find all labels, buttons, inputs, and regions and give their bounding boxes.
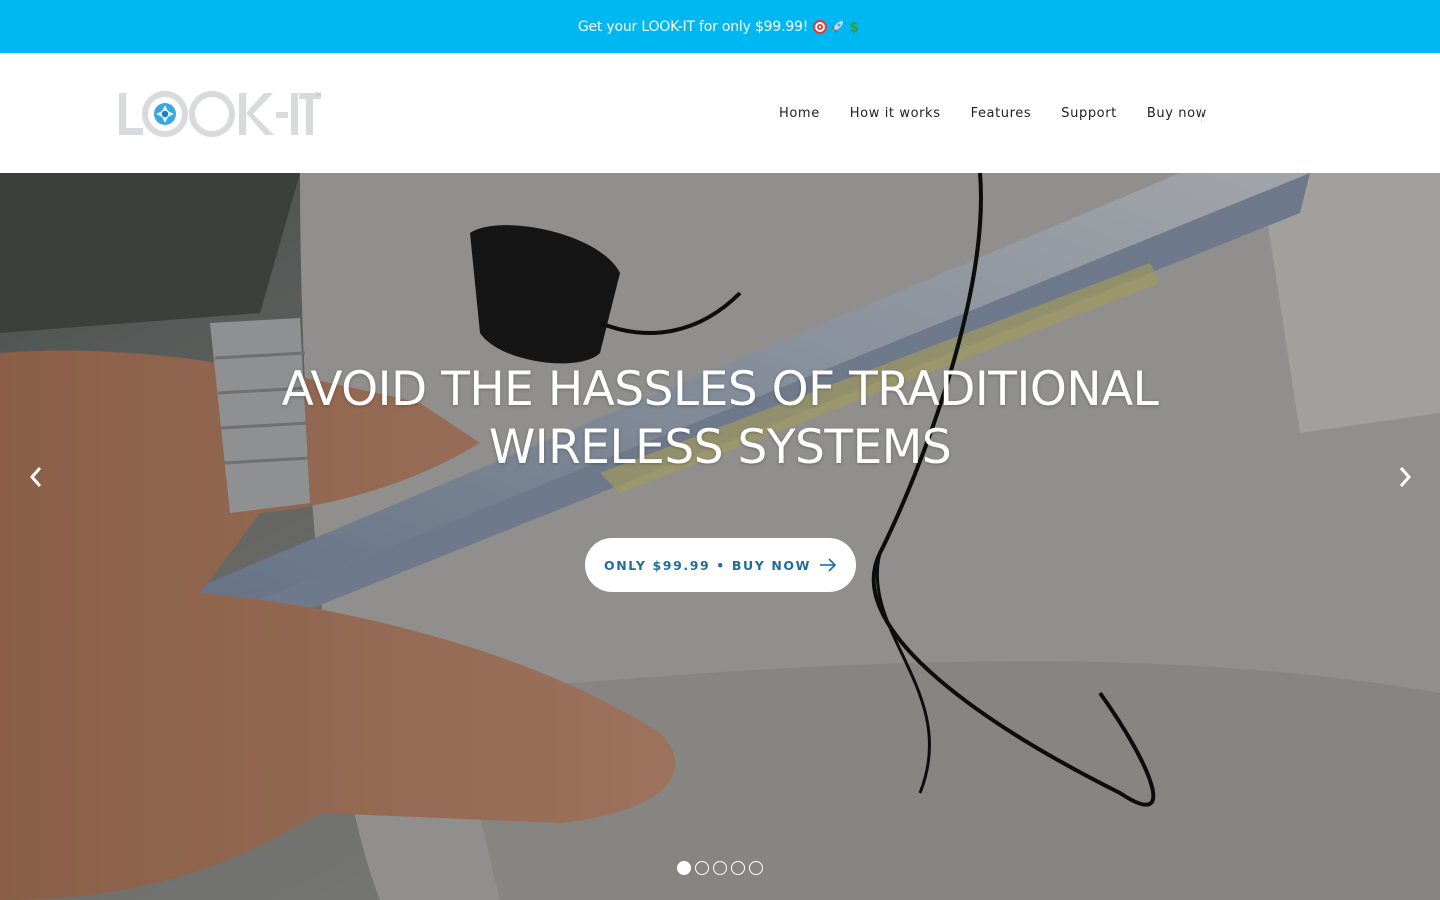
nav-buy-now[interactable]: Buy now bbox=[1132, 105, 1222, 123]
announcement-emojis: $ bbox=[812, 19, 862, 35]
announcement-bar: Get your LOOK-IT for only $99.99! $ bbox=[0, 0, 1440, 53]
chevron-left-icon[interactable] bbox=[26, 463, 46, 491]
nav-how-it-works[interactable]: How it works bbox=[835, 105, 956, 123]
slider-dot-1[interactable] bbox=[677, 861, 691, 875]
hero-slider: AVOID THE HASSLES OF TRADITIONAL WIRELES… bbox=[0, 173, 1440, 900]
nav-divider bbox=[1201, 105, 1202, 123]
site-header: TM Home How it works Features Support Bu… bbox=[0, 53, 1440, 173]
slider-dot-2[interactable] bbox=[695, 861, 709, 875]
buy-now-label: ONLY $99.99 • BUY NOW bbox=[604, 557, 811, 573]
svg-text:TM: TM bbox=[314, 92, 321, 97]
nav-support[interactable]: Support bbox=[1046, 105, 1132, 123]
hero-overlay bbox=[0, 173, 1440, 900]
target-icon bbox=[813, 19, 828, 34]
hero-title-line1: AVOID THE HASSLES OF TRADITIONAL bbox=[281, 362, 1159, 417]
announcement-text: Get your LOOK-IT for only $99.99! bbox=[577, 18, 809, 35]
buy-now-button[interactable]: ONLY $99.99 • BUY NOW bbox=[585, 538, 856, 592]
look-it-logo[interactable]: TM bbox=[119, 91, 321, 141]
nav-home[interactable]: Home bbox=[764, 105, 835, 123]
slider-dot-3[interactable] bbox=[713, 861, 727, 875]
hero-title-line2: WIRELESS SYSTEMS bbox=[488, 420, 952, 475]
chevron-right-icon[interactable] bbox=[1395, 463, 1415, 491]
svg-text:$: $ bbox=[849, 20, 859, 35]
nav-features[interactable]: Features bbox=[956, 105, 1047, 123]
hero-title: AVOID THE HASSLES OF TRADITIONAL WIRELES… bbox=[220, 361, 1220, 477]
arrow-right-icon bbox=[820, 558, 837, 572]
main-nav: Home How it works Features Support Buy n… bbox=[764, 105, 1222, 123]
dollar-icon: $ bbox=[849, 20, 859, 35]
slider-dot-5[interactable] bbox=[749, 861, 763, 875]
slider-dot-4[interactable] bbox=[731, 861, 745, 875]
rocket-icon bbox=[831, 20, 844, 33]
slider-dots bbox=[677, 861, 763, 875]
